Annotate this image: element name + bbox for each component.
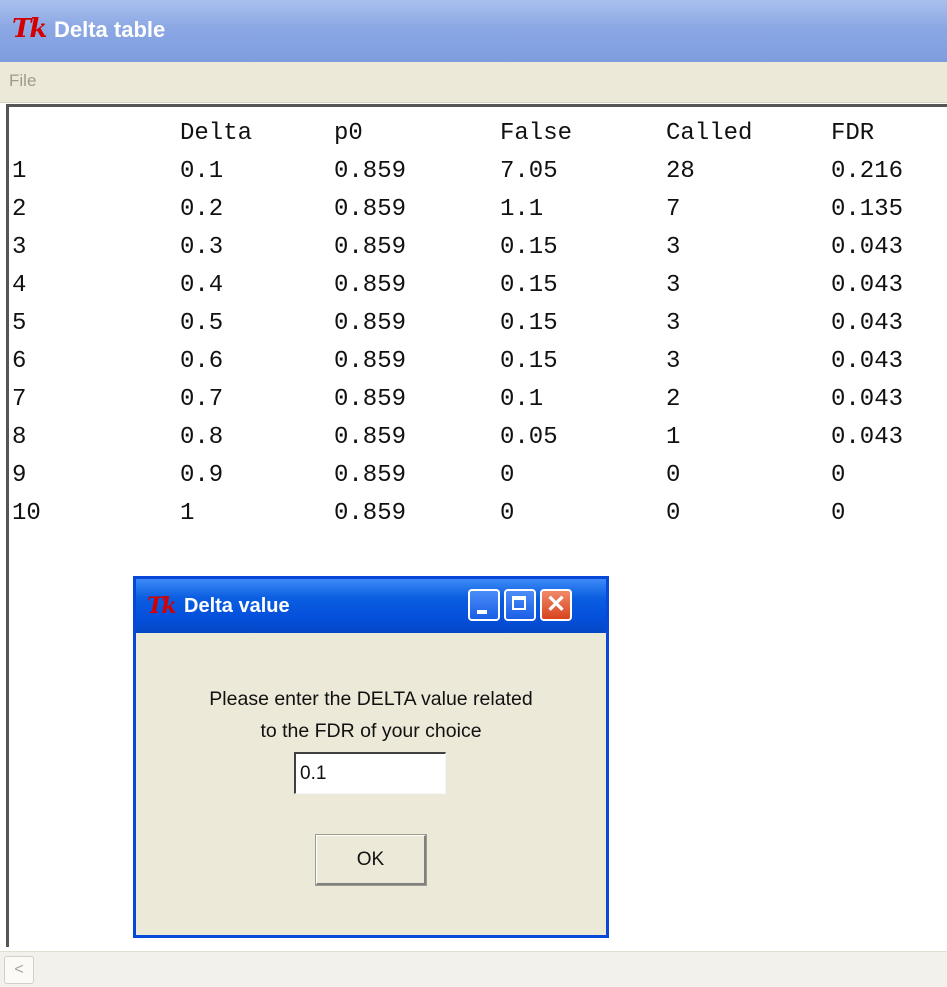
dialog-titlebar[interactable]: Tk Delta value ✕ bbox=[136, 579, 606, 633]
horizontal-scrollbar[interactable]: < bbox=[0, 951, 947, 987]
close-button[interactable]: ✕ bbox=[540, 589, 572, 621]
table-cell: 1 bbox=[666, 423, 681, 451]
table-cell: 0.859 bbox=[334, 499, 407, 527]
table-cell: 28 bbox=[666, 157, 695, 185]
table-cell: 3 bbox=[666, 271, 681, 299]
table-cell: 0.2 bbox=[180, 195, 224, 223]
table-cell: 9 bbox=[12, 461, 27, 489]
ok-button[interactable]: OK bbox=[315, 834, 427, 886]
table-cell: 0.043 bbox=[831, 233, 904, 261]
table-cell: 0.859 bbox=[334, 157, 407, 185]
table-row: 1 0.1 0.859 7.05 28 0.216 bbox=[12, 152, 941, 190]
table-cell: 0.3 bbox=[180, 233, 224, 261]
scroll-left-arrow-icon[interactable]: < bbox=[4, 956, 34, 984]
dialog-prompt: Please enter the DELTA value related to … bbox=[136, 683, 606, 747]
table-cell: 0.859 bbox=[334, 195, 407, 223]
dialog-title: Delta value bbox=[184, 595, 290, 617]
delta-value-input[interactable] bbox=[294, 752, 446, 794]
table-cell: 0.6 bbox=[180, 347, 224, 375]
table-cell: 0.859 bbox=[334, 423, 407, 451]
table-cell: 0.043 bbox=[831, 385, 904, 413]
table-cell: 2 bbox=[666, 385, 681, 413]
table-cell: 0.043 bbox=[831, 271, 904, 299]
prompt-line-2: to the FDR of your choice bbox=[260, 720, 482, 742]
tk-logo-icon: Tk bbox=[12, 14, 47, 44]
prompt-line-1: Please enter the DELTA value related bbox=[209, 688, 533, 710]
table-row: 4 0.4 0.859 0.15 3 0.043 bbox=[12, 266, 941, 304]
table-cell: 0.4 bbox=[180, 271, 224, 299]
table-cell: 1.1 bbox=[500, 195, 544, 223]
column-header-p0: p0 bbox=[334, 119, 363, 147]
table-cell: 0.859 bbox=[334, 347, 407, 375]
table-cell: 0 bbox=[500, 461, 515, 489]
column-header-delta: Delta bbox=[180, 119, 253, 147]
table-cell: 4 bbox=[12, 271, 27, 299]
table-row: 10 1 0.859 0 0 0 bbox=[12, 494, 941, 532]
window-title: Delta table bbox=[54, 17, 166, 42]
table-row: 7 0.7 0.859 0.1 2 0.043 bbox=[12, 380, 941, 418]
table-cell: 0.043 bbox=[831, 347, 904, 375]
column-header-fdr: FDR bbox=[831, 119, 875, 147]
table-cell: 3 bbox=[12, 233, 27, 261]
table-cell: 2 bbox=[12, 195, 27, 223]
table-cell: 3 bbox=[666, 347, 681, 375]
main-titlebar[interactable]: Tk Delta table bbox=[0, 0, 947, 62]
table-cell: 0 bbox=[831, 461, 846, 489]
table-cell: 1 bbox=[180, 499, 195, 527]
table-header-row: Delta p0 False Called FDR bbox=[12, 114, 941, 152]
maximize-button[interactable] bbox=[504, 589, 536, 621]
table-cell: 7 bbox=[666, 195, 681, 223]
table-row: 2 0.2 0.859 1.1 7 0.135 bbox=[12, 190, 941, 228]
table-cell: 0.15 bbox=[500, 309, 558, 337]
table-cell: 0.5 bbox=[180, 309, 224, 337]
table-cell: 0.043 bbox=[831, 309, 904, 337]
menu-file[interactable]: File bbox=[9, 71, 36, 91]
table-cell: 0 bbox=[500, 499, 515, 527]
table-cell: 8 bbox=[12, 423, 27, 451]
table-cell: 7 bbox=[12, 385, 27, 413]
table-row: 6 0.6 0.859 0.15 3 0.043 bbox=[12, 342, 941, 380]
tk-logo-icon: Tk bbox=[147, 593, 177, 619]
table-cell: 0.859 bbox=[334, 385, 407, 413]
table-cell: 0.7 bbox=[180, 385, 224, 413]
column-header-index bbox=[12, 114, 180, 152]
close-icon: ✕ bbox=[545, 591, 567, 618]
delta-value-dialog: Tk Delta value ✕ Please enter the DELTA … bbox=[133, 576, 609, 938]
table-cell: 6 bbox=[12, 347, 27, 375]
table-cell: 0 bbox=[831, 499, 846, 527]
table-cell: 0.216 bbox=[831, 157, 904, 185]
table-cell: 0.1 bbox=[500, 385, 544, 413]
table-cell: 0.8 bbox=[180, 423, 224, 451]
table-cell: 0.859 bbox=[334, 233, 407, 261]
table-cell: 0.859 bbox=[334, 461, 407, 489]
table-cell: 0.043 bbox=[831, 423, 904, 451]
table-row: 8 0.8 0.859 0.05 1 0.043 bbox=[12, 418, 941, 456]
table-cell: 3 bbox=[666, 233, 681, 261]
table-cell: 7.05 bbox=[500, 157, 558, 185]
table-cell: 0.9 bbox=[180, 461, 224, 489]
table-cell: 0.1 bbox=[180, 157, 224, 185]
table-cell: 0 bbox=[666, 499, 681, 527]
table-cell: 10 bbox=[12, 499, 41, 527]
column-header-called: Called bbox=[666, 119, 753, 147]
table-row: 3 0.3 0.859 0.15 3 0.043 bbox=[12, 228, 941, 266]
delta-table: Delta p0 False Called FDR 1 0.1 0.859 7.05 2… bbox=[12, 114, 941, 532]
table-cell: 0.859 bbox=[334, 271, 407, 299]
minimize-button[interactable] bbox=[468, 589, 500, 621]
table-cell: 0 bbox=[666, 461, 681, 489]
table-cell: 0.135 bbox=[831, 195, 904, 223]
table-cell: 3 bbox=[666, 309, 681, 337]
table-cell: 0.15 bbox=[500, 347, 558, 375]
table-cell: 0.15 bbox=[500, 271, 558, 299]
table-cell: 0.859 bbox=[334, 309, 407, 337]
menu-bar: File bbox=[0, 62, 947, 103]
table-cell: 1 bbox=[12, 157, 27, 185]
table-cell: 0.05 bbox=[500, 423, 558, 451]
table-row: 5 0.5 0.859 0.15 3 0.043 bbox=[12, 304, 941, 342]
column-header-false: False bbox=[500, 119, 573, 147]
table-cell: 5 bbox=[12, 309, 27, 337]
table-row: 9 0.9 0.859 0 0 0 bbox=[12, 456, 941, 494]
table-cell: 0.15 bbox=[500, 233, 558, 261]
